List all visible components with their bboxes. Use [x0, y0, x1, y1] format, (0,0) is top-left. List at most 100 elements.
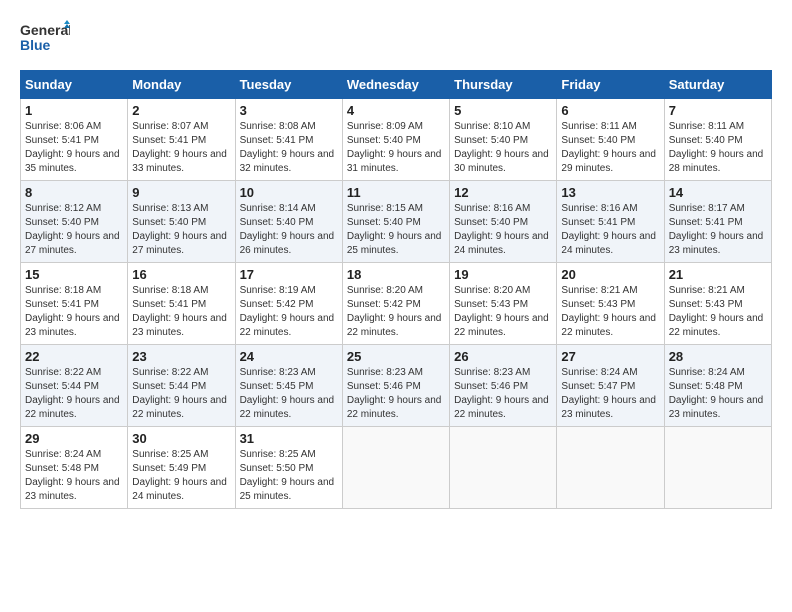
- day-number: 3: [240, 103, 338, 118]
- day-number: 17: [240, 267, 338, 282]
- calendar-cell: 19Sunrise: 8:20 AM Sunset: 5:43 PM Dayli…: [450, 263, 557, 345]
- day-number: 21: [669, 267, 767, 282]
- calendar-cell: 26Sunrise: 8:23 AM Sunset: 5:46 PM Dayli…: [450, 345, 557, 427]
- day-number: 8: [25, 185, 123, 200]
- header-cell-thursday: Thursday: [450, 71, 557, 99]
- day-number: 18: [347, 267, 445, 282]
- cell-content: Sunrise: 8:18 AM Sunset: 5:41 PM Dayligh…: [25, 284, 123, 340]
- header-cell-friday: Friday: [557, 71, 664, 99]
- cell-content: Sunrise: 8:13 AM Sunset: 5:40 PM Dayligh…: [132, 202, 230, 258]
- cell-content: Sunrise: 8:20 AM Sunset: 5:43 PM Dayligh…: [454, 284, 552, 340]
- day-number: 22: [25, 349, 123, 364]
- header-row: SundayMondayTuesdayWednesdayThursdayFrid…: [21, 71, 772, 99]
- calendar-cell: 10 Sunrise: 8:14 AM Sunset: 5:40 PM Dayli…: [235, 181, 342, 263]
- calendar-cell: 31 Sunrise: 8:25 AM Sunset: 5:50 PM Dayli…: [235, 427, 342, 509]
- calendar-cell: 28 Sunrise: 8:24 AM Sunset: 5:48 PM Dayli…: [664, 345, 771, 427]
- cell-content: Sunrise: 8:18 AM Sunset: 5:41 PM Dayligh…: [132, 284, 230, 340]
- cell-content: Sunrise: 8:16 AM Sunset: 5:41 PM Dayligh…: [561, 202, 659, 258]
- cell-content: Sunrise: 8:20 AM Sunset: 5:42 PM Dayligh…: [347, 284, 445, 340]
- calendar-cell: 27Sunrise: 8:24 AM Sunset: 5:47 PM Dayli…: [557, 345, 664, 427]
- calendar-cell: 12Sunrise: 8:16 AM Sunset: 5:40 PM Dayli…: [450, 181, 557, 263]
- day-number: 7: [669, 103, 767, 118]
- calendar-cell: 2Sunrise: 8:07 AM Sunset: 5:41 PM Daylig…: [128, 99, 235, 181]
- calendar-cell: 9 Sunrise: 8:13 AM Sunset: 5:40 PM Daylig…: [128, 181, 235, 263]
- calendar-cell: 1 Sunrise: 8:06 AM Sunset: 5:41 PM Daylig…: [21, 99, 128, 181]
- cell-content: Sunrise: 8:23 AM Sunset: 5:45 PM Dayligh…: [240, 366, 338, 422]
- day-number: 12: [454, 185, 552, 200]
- day-number: 13: [561, 185, 659, 200]
- day-number: 30: [132, 431, 230, 446]
- svg-text:Blue: Blue: [20, 37, 51, 53]
- cell-content: Sunrise: 8:23 AM Sunset: 5:46 PM Dayligh…: [347, 366, 445, 422]
- cell-content: Sunrise: 8:08 AM Sunset: 5:41 PM Dayligh…: [240, 120, 338, 176]
- cell-content: Sunrise: 8:22 AM Sunset: 5:44 PM Dayligh…: [25, 366, 123, 422]
- cell-content: Sunrise: 8:25 AM Sunset: 5:50 PM Dayligh…: [240, 448, 338, 504]
- cell-content: Sunrise: 8:06 AM Sunset: 5:41 PM Dayligh…: [25, 120, 123, 176]
- cell-content: Sunrise: 8:11 AM Sunset: 5:40 PM Dayligh…: [669, 120, 767, 176]
- day-number: 24: [240, 349, 338, 364]
- cell-content: Sunrise: 8:09 AM Sunset: 5:40 PM Dayligh…: [347, 120, 445, 176]
- calendar-cell: 11 Sunrise: 8:15 AM Sunset: 5:40 PM Dayli…: [342, 181, 449, 263]
- header-cell-tuesday: Tuesday: [235, 71, 342, 99]
- week-row-3: 15Sunrise: 8:18 AM Sunset: 5:41 PM Dayli…: [21, 263, 772, 345]
- day-number: 28: [669, 349, 767, 364]
- logo: General Blue: [20, 20, 70, 60]
- calendar-cell: [450, 427, 557, 509]
- cell-content: Sunrise: 8:19 AM Sunset: 5:42 PM Dayligh…: [240, 284, 338, 340]
- day-number: 9: [132, 185, 230, 200]
- day-number: 14: [669, 185, 767, 200]
- calendar-cell: 21Sunrise: 8:21 AM Sunset: 5:43 PM Dayli…: [664, 263, 771, 345]
- calendar-cell: 24 Sunrise: 8:23 AM Sunset: 5:45 PM Dayli…: [235, 345, 342, 427]
- day-number: 6: [561, 103, 659, 118]
- week-row-4: 22 Sunrise: 8:22 AM Sunset: 5:44 PM Dayli…: [21, 345, 772, 427]
- calendar-cell: 23Sunrise: 8:22 AM Sunset: 5:44 PM Dayli…: [128, 345, 235, 427]
- calendar-cell: [342, 427, 449, 509]
- calendar-cell: 18 Sunrise: 8:20 AM Sunset: 5:42 PM Dayli…: [342, 263, 449, 345]
- day-number: 11: [347, 185, 445, 200]
- header-cell-sunday: Sunday: [21, 71, 128, 99]
- calendar-cell: 7 Sunrise: 8:11 AM Sunset: 5:40 PM Daylig…: [664, 99, 771, 181]
- calendar-cell: 22 Sunrise: 8:22 AM Sunset: 5:44 PM Dayli…: [21, 345, 128, 427]
- cell-content: Sunrise: 8:24 AM Sunset: 5:47 PM Dayligh…: [561, 366, 659, 422]
- day-number: 26: [454, 349, 552, 364]
- calendar-cell: 14Sunrise: 8:17 AM Sunset: 5:41 PM Dayli…: [664, 181, 771, 263]
- calendar-cell: 5 Sunrise: 8:10 AM Sunset: 5:40 PM Daylig…: [450, 99, 557, 181]
- week-row-1: 1 Sunrise: 8:06 AM Sunset: 5:41 PM Daylig…: [21, 99, 772, 181]
- calendar-cell: 25 Sunrise: 8:23 AM Sunset: 5:46 PM Dayli…: [342, 345, 449, 427]
- svg-text:General: General: [20, 22, 70, 38]
- calendar-cell: 20Sunrise: 8:21 AM Sunset: 5:43 PM Dayli…: [557, 263, 664, 345]
- calendar-cell: [557, 427, 664, 509]
- day-number: 5: [454, 103, 552, 118]
- calendar-cell: 3 Sunrise: 8:08 AM Sunset: 5:41 PM Daylig…: [235, 99, 342, 181]
- calendar-cell: 6Sunrise: 8:11 AM Sunset: 5:40 PM Daylig…: [557, 99, 664, 181]
- calendar-body: 1 Sunrise: 8:06 AM Sunset: 5:41 PM Daylig…: [21, 99, 772, 509]
- day-number: 16: [132, 267, 230, 282]
- header-cell-monday: Monday: [128, 71, 235, 99]
- day-number: 1: [25, 103, 123, 118]
- calendar-cell: 8 Sunrise: 8:12 AM Sunset: 5:40 PM Daylig…: [21, 181, 128, 263]
- calendar-cell: 17 Sunrise: 8:19 AM Sunset: 5:42 PM Dayli…: [235, 263, 342, 345]
- calendar-table: SundayMondayTuesdayWednesdayThursdayFrid…: [20, 70, 772, 509]
- cell-content: Sunrise: 8:14 AM Sunset: 5:40 PM Dayligh…: [240, 202, 338, 258]
- header-cell-saturday: Saturday: [664, 71, 771, 99]
- day-number: 2: [132, 103, 230, 118]
- header-cell-wednesday: Wednesday: [342, 71, 449, 99]
- page-header: General Blue: [20, 20, 772, 60]
- day-number: 29: [25, 431, 123, 446]
- week-row-5: 29Sunrise: 8:24 AM Sunset: 5:48 PM Dayli…: [21, 427, 772, 509]
- day-number: 4: [347, 103, 445, 118]
- day-number: 25: [347, 349, 445, 364]
- calendar-cell: 4 Sunrise: 8:09 AM Sunset: 5:40 PM Daylig…: [342, 99, 449, 181]
- calendar-cell: [664, 427, 771, 509]
- cell-content: Sunrise: 8:12 AM Sunset: 5:40 PM Dayligh…: [25, 202, 123, 258]
- cell-content: Sunrise: 8:21 AM Sunset: 5:43 PM Dayligh…: [561, 284, 659, 340]
- calendar-header: SundayMondayTuesdayWednesdayThursdayFrid…: [21, 71, 772, 99]
- calendar-cell: 29Sunrise: 8:24 AM Sunset: 5:48 PM Dayli…: [21, 427, 128, 509]
- cell-content: Sunrise: 8:24 AM Sunset: 5:48 PM Dayligh…: [669, 366, 767, 422]
- cell-content: Sunrise: 8:15 AM Sunset: 5:40 PM Dayligh…: [347, 202, 445, 258]
- day-number: 31: [240, 431, 338, 446]
- day-number: 10: [240, 185, 338, 200]
- day-number: 23: [132, 349, 230, 364]
- cell-content: Sunrise: 8:25 AM Sunset: 5:49 PM Dayligh…: [132, 448, 230, 504]
- cell-content: Sunrise: 8:10 AM Sunset: 5:40 PM Dayligh…: [454, 120, 552, 176]
